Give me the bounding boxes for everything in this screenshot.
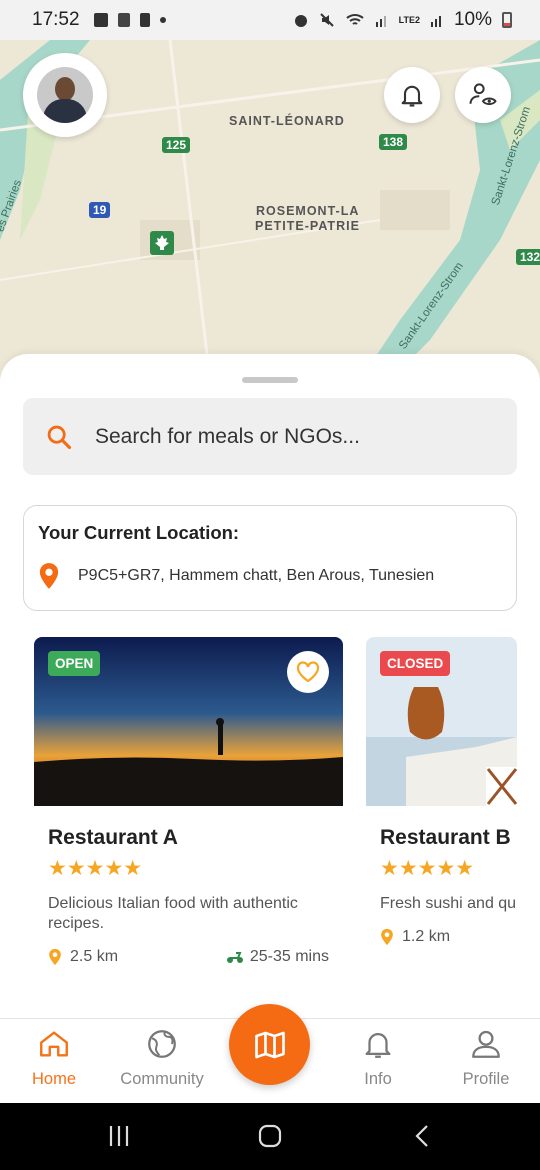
battery-icon	[502, 12, 512, 28]
restaurant-distance: 2.5 km	[70, 948, 119, 965]
bell-icon	[401, 85, 423, 107]
home-icon	[40, 1031, 68, 1057]
user-avatar[interactable]	[23, 53, 107, 137]
battery-percent: 10%	[453, 9, 492, 30]
search-icon	[47, 425, 72, 449]
star-rating: ★★★★★	[48, 857, 143, 880]
restaurant-description: Delicious Italian food with authentic re…	[48, 895, 298, 932]
nav-label: Info	[364, 1070, 392, 1088]
nav-home[interactable]: Home	[0, 1027, 108, 1089]
maple-leaf-icon	[150, 231, 174, 255]
nav-community[interactable]: Community	[108, 1027, 216, 1089]
location-title: Your Current Location:	[38, 522, 240, 543]
route-shield: 132	[516, 249, 540, 265]
nav-label: Community	[120, 1070, 204, 1088]
gallery-icon	[93, 13, 108, 27]
status-bar: 17:52 LTE2 10%	[0, 0, 540, 40]
nav-profile[interactable]: Profile	[432, 1027, 540, 1089]
map-label-saint-leonard: SAINT-LÉONARD	[229, 114, 345, 128]
current-location-card[interactable]: Your Current Location: P9C5+GR7, Hammem …	[23, 505, 517, 611]
visibility-button[interactable]	[455, 67, 511, 123]
rating-stars: ★★★★★	[48, 858, 343, 880]
restaurant-card[interactable]: OPEN Restaurant A ★★★★★ Delicious Italia…	[34, 637, 343, 977]
mute-icon	[319, 13, 334, 27]
status-badge: OPEN	[48, 651, 101, 676]
map-pin-icon	[381, 928, 393, 946]
map-button[interactable]	[229, 1004, 310, 1085]
globe-icon	[148, 1030, 176, 1058]
star-rating: ★★★★★	[380, 857, 475, 880]
location-row: P9C5+GR7, Hammem chatt, Ben Arous, Tunes…	[38, 562, 502, 590]
restaurant-distance: 1.2 km	[402, 928, 451, 945]
route-shield: 125	[162, 137, 191, 153]
route-shield: 138	[379, 134, 408, 150]
wifi-icon	[345, 14, 364, 25]
delivery-time: 25-35 mins	[226, 948, 329, 966]
nav-info[interactable]: Info	[324, 1027, 432, 1089]
signal-icon-2	[430, 16, 441, 27]
network-type: LTE2	[398, 15, 420, 25]
user-icon	[472, 1030, 500, 1058]
map-label-rosemont: ROSEMONT-LA	[256, 204, 360, 218]
map-icon	[254, 1031, 285, 1058]
app-notification-icon	[117, 13, 130, 27]
restaurant-meta: 2.5 km 25-35 mins	[48, 948, 329, 966]
search-input[interactable]: Search for meals or NGOs...	[95, 425, 360, 449]
avatar-image	[37, 67, 93, 123]
restaurant-name: Restaurant B	[380, 826, 511, 849]
bottom-sheet: Search for meals or NGOs... Your Current…	[0, 354, 540, 1018]
back-icon[interactable]	[410, 1123, 436, 1149]
status-right: LTE2 10%	[293, 9, 512, 31]
system-navigation	[0, 1103, 540, 1170]
restaurant-photo: OPEN	[34, 637, 343, 806]
nav-label: Profile	[462, 1070, 510, 1088]
favorite-button[interactable]	[287, 651, 329, 693]
notifications-button[interactable]	[384, 67, 440, 123]
drag-handle[interactable]	[242, 377, 298, 383]
alert-icon	[139, 13, 150, 27]
status-notification-icons	[93, 13, 166, 27]
signal-icon	[375, 16, 386, 27]
heart-icon	[296, 661, 320, 683]
home-button-icon[interactable]	[257, 1123, 283, 1149]
restaurant-description: Fresh sushi and qu	[380, 895, 517, 912]
alarm-icon	[294, 15, 307, 27]
status-time: 17:52	[32, 9, 80, 30]
restaurant-card[interactable]: CLOSED Restaurant B ★★★★★ Fresh sushi an…	[366, 637, 517, 977]
map-pin-icon	[39, 563, 59, 589]
map-pin-icon	[49, 948, 61, 966]
rating-stars: ★★★★★	[380, 858, 517, 880]
recent-apps-icon[interactable]	[106, 1123, 132, 1149]
restaurant-photo: CLOSED	[366, 637, 517, 806]
more-dot-icon	[159, 17, 166, 23]
map-label-petite-patrie: PETITE-PATRIE	[255, 219, 360, 233]
route-shield: 19	[89, 202, 111, 218]
status-badge: CLOSED	[380, 651, 451, 676]
restaurant-meta: 1.2 km	[380, 928, 503, 946]
scooter-icon	[226, 952, 243, 963]
user-eye-icon	[469, 83, 497, 106]
bell-icon	[365, 1033, 391, 1058]
location-address: P9C5+GR7, Hammem chatt, Ben Arous, Tunes…	[78, 567, 435, 584]
delivery-time-text: 25-35 mins	[249, 948, 329, 965]
restaurant-name: Restaurant A	[48, 826, 178, 849]
nav-label: Home	[31, 1070, 76, 1088]
search-bar[interactable]: Search for meals or NGOs...	[23, 398, 517, 475]
